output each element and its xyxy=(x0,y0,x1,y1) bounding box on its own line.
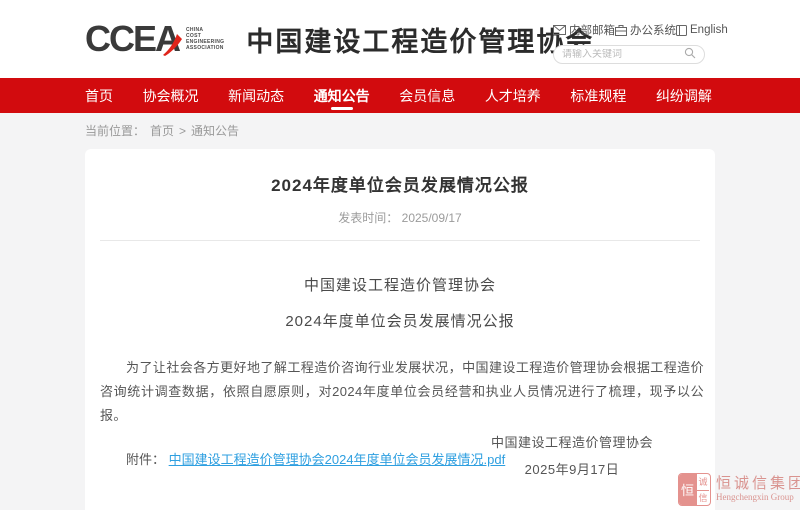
publish-date-label: 发表时间： xyxy=(338,211,398,225)
search-box xyxy=(553,45,705,64)
article-signature: 中国建设工程造价管理协会 2025年9月17日 xyxy=(491,429,653,483)
main-nav: 首页 协会概况 新闻动态 通知公告 会员信息 人才培养 标准规程 纠纷调解 xyxy=(0,78,800,113)
nav-item-dispute[interactable]: 纠纷调解 xyxy=(656,78,712,113)
watermark-text: 恒诚信集团 Hengchengxin Group xyxy=(716,476,800,502)
hengchengxin-seal-icon: 恒 诚 信 xyxy=(678,473,711,506)
site-header: CCEA CHINA COST ENGINEERING ASSOCIATION … xyxy=(0,0,800,78)
breadcrumb-home-link[interactable]: 首页 xyxy=(150,122,174,139)
attachment-label: 附件： xyxy=(126,452,165,467)
breadcrumb-separator: > xyxy=(179,124,186,138)
hengchengxin-watermark: 恒 诚 信 恒诚信集团 Hengchengxin Group xyxy=(678,473,800,506)
article-publish-date: 发表时间： 2025/09/17 xyxy=(100,209,700,226)
office-system-link[interactable]: 办公系统 xyxy=(615,22,676,38)
english-label: English xyxy=(690,24,728,36)
org-title: 中国建设工程造价管理协会 xyxy=(246,20,594,59)
internal-mail-link[interactable]: 内部邮箱 xyxy=(553,22,615,38)
nav-item-members[interactable]: 会员信息 xyxy=(399,78,455,113)
nav-item-standards[interactable]: 标准规程 xyxy=(570,78,626,113)
signature-org: 中国建设工程造价管理协会 xyxy=(491,429,653,456)
mail-icon xyxy=(553,25,566,35)
seal-char-heng: 恒 xyxy=(679,474,696,505)
ccea-acronym: CCEA xyxy=(85,21,179,57)
search-icon xyxy=(684,47,696,62)
article-card: 2024年度单位会员发展情况公报 发表时间： 2025/09/17 中国建设工程… xyxy=(85,149,715,510)
office-system-label: 办公系统 xyxy=(630,22,676,38)
watermark-name: 恒诚信集团 xyxy=(716,476,800,493)
seal-char-cheng: 诚 xyxy=(696,474,709,490)
breadcrumb: 当前位置： 首页 > 通知公告 xyxy=(0,113,800,147)
title-divider xyxy=(100,240,700,241)
quick-links: 内部邮箱 办公系统 English xyxy=(553,22,705,38)
attachment-pdf-link[interactable]: 中国建设工程造价管理协会2024年度单位会员发展情况.pdf xyxy=(169,452,506,467)
search-button[interactable] xyxy=(684,47,696,62)
watermark-name-en: Hengchengxin Group xyxy=(716,493,800,503)
article-body-org-line: 中国建设工程造价管理协会 xyxy=(100,274,700,295)
nav-item-training[interactable]: 人才培养 xyxy=(485,78,541,113)
publish-date-value: 2025/09/17 xyxy=(402,211,462,225)
nav-item-home[interactable]: 首页 xyxy=(85,78,113,113)
site-logo[interactable]: CCEA CHINA COST ENGINEERING ASSOCIATION … xyxy=(85,20,594,59)
office-icon xyxy=(615,25,627,36)
nav-item-about[interactable]: 协会概况 xyxy=(143,78,199,113)
book-icon xyxy=(676,25,687,36)
signature-date: 2025年9月17日 xyxy=(491,456,653,483)
logo-red-swoosh-icon xyxy=(161,32,183,56)
search-input[interactable] xyxy=(562,49,684,60)
breadcrumb-current-link[interactable]: 通知公告 xyxy=(191,122,239,139)
article-body-title-line: 2024年度单位会员发展情况公报 xyxy=(100,310,700,331)
internal-mail-label: 内部邮箱 xyxy=(569,22,615,38)
ccea-wordmark: CCEA CHINA COST ENGINEERING ASSOCIATION xyxy=(85,21,224,57)
article-paragraph: 为了让社会各方更好地了解工程造价咨询行业发展状况，中国建设工程造价管理协会根据工… xyxy=(100,356,704,428)
nav-item-news[interactable]: 新闻动态 xyxy=(228,78,284,113)
breadcrumb-prefix: 当前位置： xyxy=(85,122,145,139)
nav-item-notices[interactable]: 通知公告 xyxy=(314,78,370,113)
header-utility-area: 内部邮箱 办公系统 English xyxy=(553,22,705,64)
logo-subtext: CHINA COST ENGINEERING ASSOCIATION xyxy=(186,27,224,51)
article-title: 2024年度单位会员发展情况公报 xyxy=(100,149,700,196)
english-link[interactable]: English xyxy=(676,24,728,36)
seal-char-xin: 信 xyxy=(696,490,709,506)
